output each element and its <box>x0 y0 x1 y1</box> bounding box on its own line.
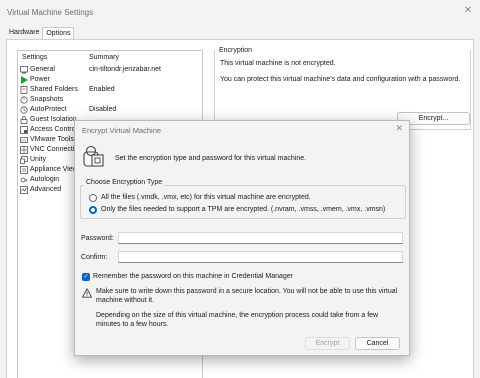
window-title: Virtual Machine Settings <box>7 8 94 17</box>
dialog-intro: Set the encryption type and password for… <box>115 155 307 162</box>
password-label: Password: <box>81 235 114 242</box>
settings-item-label: Advanced <box>30 186 62 193</box>
warning-icon <box>82 288 92 298</box>
autologin-icon <box>20 177 28 183</box>
confirm-field[interactable] <box>118 251 403 263</box>
settings-item-label: Appliance View <box>30 166 78 173</box>
remember-password-label[interactable]: Remember the password on this machine in… <box>93 273 293 280</box>
settings-item-label: Unity <box>30 156 46 163</box>
dialog-cancel-button[interactable]: Cancel <box>355 337 400 350</box>
snapshots-icon <box>20 96 28 104</box>
settings-item-label: Shared Folders <box>30 86 78 93</box>
access-control-icon <box>20 126 28 134</box>
settings-item-label: General <box>30 66 55 73</box>
settings-item-summary: cin-tiltondr.jenzabar.net <box>89 66 161 73</box>
appliance-view-icon <box>20 166 28 174</box>
encrypt-vm-dialog: Encrypt Virtual Machine ✕ Set the encryp… <box>74 120 410 356</box>
settings-column-header[interactable]: Settings <box>22 54 47 61</box>
unity-icon <box>20 156 28 164</box>
power-icon <box>21 76 28 84</box>
autoprotect-icon <box>20 106 28 114</box>
encryption-type-legend: Choose Encryption Type <box>84 179 165 186</box>
duration-note: Depending on the size of this virtual ma… <box>96 312 379 328</box>
tab-strip: Hardware Options <box>6 27 75 39</box>
summary-column-header[interactable]: Summary <box>89 54 119 61</box>
vmware-tools-icon: vm <box>20 137 28 143</box>
encryption-type-group <box>80 185 406 219</box>
settings-item-snapshots[interactable]: Snapshots <box>18 95 202 105</box>
advanced-icon <box>20 186 28 194</box>
confirm-label: Confirm: <box>81 254 108 261</box>
window-close-icon[interactable]: ✕ <box>461 4 475 18</box>
settings-item-general[interactable]: General cin-tiltondr.jenzabar.net <box>18 65 202 75</box>
option-all-files-label: All the files (.vmdk, .vmx, etc) for thi… <box>101 194 311 201</box>
dialog-close-icon[interactable]: ✕ <box>395 123 403 134</box>
dialog-encrypt-button[interactable]: Encrypt <box>305 337 350 350</box>
vnc-connection-icon <box>20 146 28 154</box>
encryption-legend: Encryption <box>217 47 255 54</box>
encryption-info: You can protect this virtual machine's d… <box>220 76 461 83</box>
radio-tpm-files[interactable] <box>89 206 97 214</box>
settings-item-power[interactable]: Power <box>18 75 202 85</box>
warning-text: Make sure to write down this password in… <box>96 288 398 304</box>
settings-item-summary: Enabled <box>89 86 115 93</box>
option-tpm-files-label: Only the files needed to support a TPM a… <box>101 206 386 213</box>
password-field[interactable] <box>118 232 403 244</box>
encryption-lock-icon <box>83 145 104 167</box>
settings-item-label: Snapshots <box>30 96 64 103</box>
settings-item-shared-folders[interactable]: Shared Folders Enabled <box>18 85 202 95</box>
tab-options[interactable]: Options <box>42 27 75 39</box>
settings-item-label: Guest Isolation <box>30 116 77 123</box>
general-icon <box>20 66 28 74</box>
remember-password-checkbox[interactable]: ✓ <box>82 273 90 281</box>
settings-item-autoprotect[interactable]: AutoProtect Disabled <box>18 105 202 115</box>
radio-all-files[interactable] <box>89 194 97 202</box>
settings-item-label: Power <box>30 76 50 83</box>
settings-item-label: VMware Tools <box>30 136 74 143</box>
svg-text:vm: vm <box>21 139 26 143</box>
tab-hardware[interactable]: Hardware <box>6 27 42 39</box>
settings-item-summary: Disabled <box>89 106 117 113</box>
encryption-status: This virtual machine is not encrypted. <box>220 60 336 67</box>
settings-item-label: AutoProtect <box>30 106 67 113</box>
dialog-title: Encrypt Virtual Machine <box>82 126 162 135</box>
settings-item-label: Access Control <box>30 126 78 133</box>
settings-list-header: Settings Summary <box>18 51 202 64</box>
guest-isolation-icon <box>20 116 28 124</box>
settings-item-label: Autologin <box>30 176 60 183</box>
shared-folders-icon <box>20 86 28 94</box>
title-bar: Virtual Machine Settings ✕ <box>0 0 480 24</box>
